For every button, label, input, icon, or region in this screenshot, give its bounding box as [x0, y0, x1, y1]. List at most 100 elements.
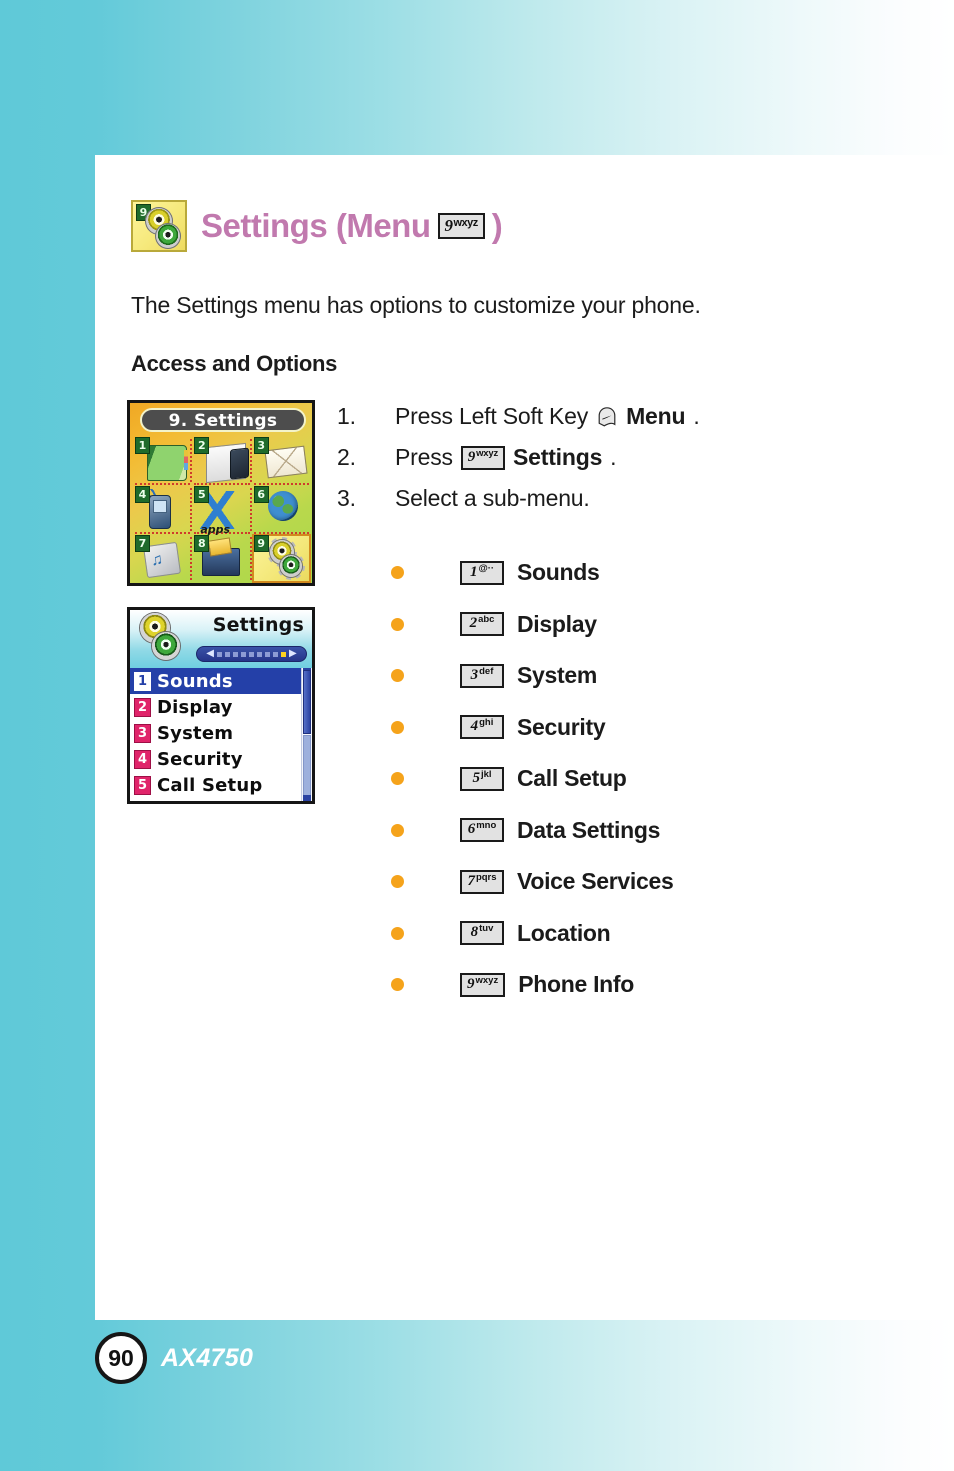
keycap-9-wxyz-icon: 9 wxyz [460, 972, 506, 997]
submenu-label: Sounds [517, 559, 600, 586]
submenu-label: Display [517, 610, 597, 637]
keycap-letters: mno [476, 820, 497, 832]
keycap-8-tuv-icon: 8 tuv [460, 921, 504, 946]
bullet-dot-icon [391, 720, 404, 734]
grid-cell-number: 3 [253, 437, 269, 454]
keycap-digit: 4 [470, 718, 479, 735]
settings-gears-icon-small [266, 537, 310, 580]
keycap-letters: tuv [479, 923, 494, 935]
tools-case-icon [202, 548, 241, 576]
keycap-letters: pqrs [475, 871, 497, 883]
grid-cell-8: 8 [192, 534, 252, 583]
list-item-label: Call Setup [157, 774, 263, 796]
list-screen-rows: 1 Sounds 2 Display 3 System 4 Security 5 [130, 668, 312, 801]
list-item-number: 4 [134, 749, 151, 769]
content-panel: 9 Settings (Menu 9 wxyz ) The Settings m… [95, 155, 954, 1320]
grid-cell-number: 8 [194, 535, 210, 552]
pager-dots [217, 651, 286, 657]
step-number: 2. [337, 444, 356, 470]
keycap-letters: ghi [479, 717, 494, 729]
grid-cell-number: 6 [253, 486, 269, 503]
device-model-name: AX4750 [161, 1343, 254, 1372]
keycap-digit: 2 [469, 615, 478, 632]
grid-cell-2: 2 [192, 436, 252, 485]
left-soft-key-icon [598, 406, 616, 426]
page-number: 90 [95, 1332, 147, 1384]
step-bold-text: Settings [513, 444, 603, 470]
settings-gears-icon-header [136, 610, 188, 663]
section-heading: Access and Options [131, 351, 338, 376]
grid-cell-1: 1 [133, 436, 193, 485]
grid-cell-7: 7 [133, 534, 193, 583]
submenu-item-voice-services: 7 pqrs Voice Services [391, 856, 674, 908]
intro-paragraph: The Settings menu has options to customi… [131, 292, 701, 318]
scrollbar-thumb[interactable] [303, 670, 311, 734]
keycap-digit: 3 [470, 666, 479, 683]
bullet-dot-icon [391, 566, 404, 580]
keycap-letters: wxyz [476, 447, 499, 459]
keycap-digit: 9 [467, 975, 475, 992]
step-punct: . [610, 444, 617, 470]
chevron-right-icon: ▶ [289, 648, 297, 659]
step-bold-text: Menu [626, 403, 686, 429]
grid-cell-3: 3 [252, 436, 311, 485]
keycap-9-wxyz-icon: 9 wxyz [460, 445, 506, 470]
submenu-label: Data Settings [517, 816, 661, 843]
grid-cell-6: 6 [252, 485, 311, 534]
gear-green-icon [149, 629, 183, 663]
submenu-item-data-settings: 6 mno Data Settings [391, 805, 674, 857]
page-title-row: 9 Settings (Menu 9 wxyz ) [131, 200, 503, 252]
keycap-7-pqrs-icon: 7 pqrs [460, 869, 504, 894]
step-text: Select a sub-menu. [395, 485, 590, 511]
keycap-digit: 1 [469, 563, 478, 580]
grid-cell-number: 4 [135, 486, 150, 503]
gear-green-icon [152, 220, 184, 252]
scroll-down-arrow-icon[interactable] [303, 795, 311, 801]
submenu-item-security: 4 ghi Security [391, 702, 674, 754]
list-item[interactable]: 3 System [130, 720, 312, 746]
keycap-digit: 8 [470, 924, 479, 941]
list-item[interactable]: 5 Call Setup [130, 772, 312, 798]
submenu-bullet-list: 1 @·· Sounds 2 abc Display 3 def System … [391, 547, 674, 1011]
list-item[interactable]: 4 Security [130, 746, 312, 772]
bullet-dot-icon [391, 617, 404, 631]
keycap-letters: wxyz [475, 974, 499, 986]
submenu-label: Location [517, 919, 611, 946]
bullet-dot-icon [391, 669, 404, 683]
settings-gears-icon: 9 [131, 200, 187, 252]
bullet-dot-icon [391, 823, 404, 837]
submenu-label: Call Setup [517, 765, 627, 792]
browser-globe-icon [267, 491, 298, 521]
list-item[interactable]: 2 Display [130, 694, 312, 720]
list-screen-title: Settings [212, 614, 304, 636]
list-item-label: Display [157, 696, 233, 718]
list-item-number: 2 [134, 697, 151, 717]
submenu-item-location: 8 tuv Location [391, 908, 674, 960]
submenu-label: Phone Info [518, 971, 635, 998]
messaging-envelope-icon [264, 445, 308, 479]
menu-position-indicator: ◀ ▶ [196, 646, 307, 662]
list-screen-header: Settings ◀ ▶ [130, 610, 312, 668]
page-title-text: Settings (Menu [201, 207, 431, 244]
scrollbar-track[interactable] [303, 734, 311, 797]
list-scrollbar[interactable] [301, 668, 312, 801]
bullet-dot-icon [391, 978, 404, 992]
keycap-letters: jkl [480, 768, 492, 780]
step-text: Press Left Soft Key [395, 403, 589, 429]
list-item-number: 1 [134, 671, 151, 691]
grid-cell-number: 5 [194, 486, 210, 503]
list-item-number: 5 [134, 775, 151, 795]
keycap-5-jkl-icon: 5 jkl [460, 766, 504, 791]
grid-screen-title: 9. Settings [140, 408, 306, 432]
bullet-dot-icon [391, 875, 404, 889]
keycap-letters: @·· [478, 562, 495, 574]
phone-screenshot-settings-list: Settings ◀ ▶ 1 Sounds 2 Display 3 System… [127, 607, 315, 804]
page-background: 9 Settings (Menu 9 wxyz ) The Settings m… [0, 0, 954, 1471]
step-number: 3. [337, 485, 356, 511]
keycap-digit: 5 [472, 769, 480, 786]
list-item[interactable]: 1 Sounds [130, 668, 312, 694]
keycap-6-mno-icon: 6 mno [460, 818, 504, 843]
keycap-3-def-icon: 3 def [460, 663, 504, 688]
keycap-letters: wxyz [453, 217, 479, 229]
keycap-9-wxyz-icon: 9 wxyz [437, 213, 485, 239]
